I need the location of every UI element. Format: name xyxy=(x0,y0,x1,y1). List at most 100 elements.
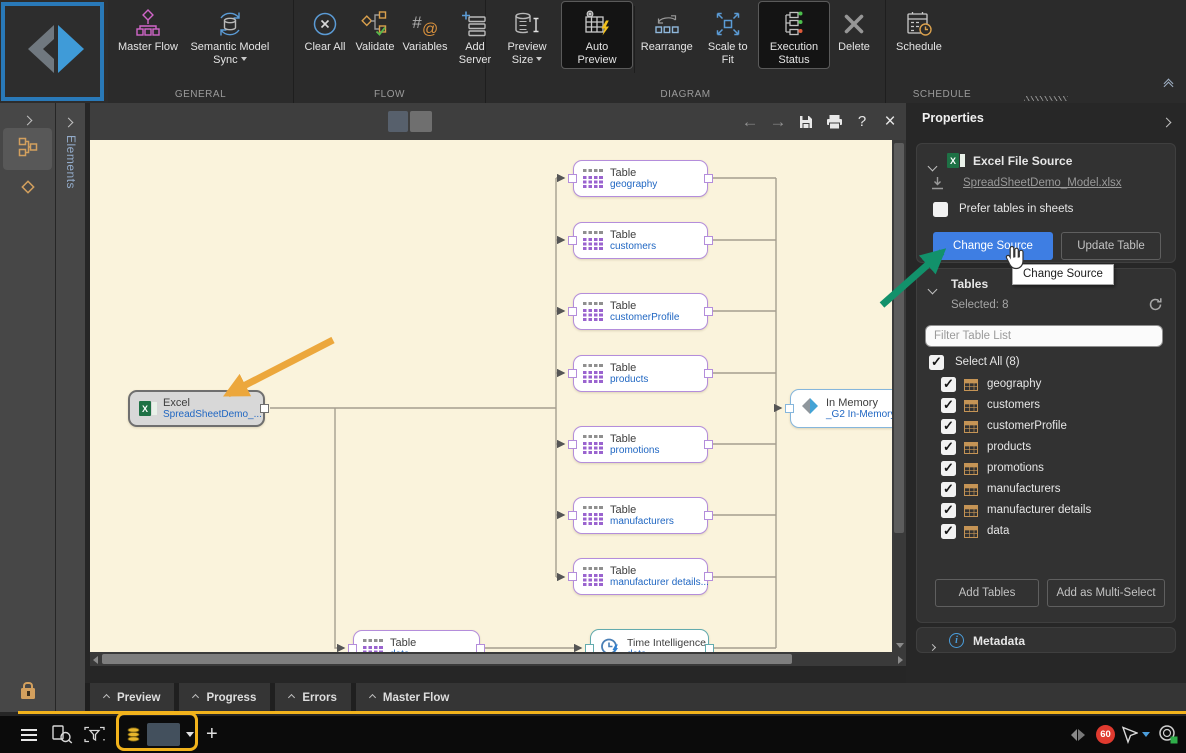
add-connection-button[interactable]: + xyxy=(206,716,218,753)
input-port[interactable] xyxy=(568,571,577,581)
master-flow-button[interactable]: Master Flow xyxy=(114,2,182,56)
canvas-vertical-scrollbar[interactable] xyxy=(892,140,906,652)
output-port[interactable] xyxy=(704,439,713,449)
table-item-label[interactable]: products xyxy=(987,441,1031,453)
node-excel-source[interactable]: X Excel SpreadSheetDemo_... xyxy=(128,390,269,427)
table-checkbox-promotions[interactable] xyxy=(941,460,956,476)
save-button[interactable] xyxy=(794,103,818,140)
notification-badge[interactable]: 60 xyxy=(1096,716,1115,753)
clear-all-button[interactable]: Clear All xyxy=(300,2,350,56)
change-source-button[interactable]: Change Source xyxy=(933,232,1053,260)
input-port[interactable] xyxy=(348,643,357,652)
pointer-options-caret[interactable] xyxy=(1142,716,1150,753)
scroll-right-arrow-icon[interactable] xyxy=(898,655,903,664)
expand-rail-button[interactable] xyxy=(0,111,55,129)
table-checkbox-geography[interactable] xyxy=(941,376,956,392)
input-port[interactable] xyxy=(568,235,577,245)
model-tool-button[interactable] xyxy=(0,177,55,202)
flow-elements-tool-selected[interactable] xyxy=(3,128,52,170)
tab-preview[interactable]: Preview xyxy=(90,683,175,712)
output-port[interactable] xyxy=(704,235,713,245)
rearrange-button[interactable]: Rearrange xyxy=(637,2,697,56)
add-tables-button[interactable]: Add Tables xyxy=(935,579,1039,607)
lock-icon[interactable] xyxy=(21,682,35,699)
collapse-section-button[interactable] xyxy=(927,157,938,175)
schedule-button[interactable]: Schedule xyxy=(892,2,946,56)
node-table-data[interactable]: Tabledata xyxy=(348,630,485,652)
filter-table-input[interactable] xyxy=(925,325,1163,347)
node-table-promotions[interactable]: Table promotions xyxy=(568,426,713,463)
input-port[interactable] xyxy=(568,173,577,183)
table-item-label[interactable]: promotions xyxy=(987,462,1044,474)
collapse-properties-button[interactable] xyxy=(1161,113,1172,131)
output-port[interactable] xyxy=(260,403,269,413)
table-item-label[interactable]: manufacturers xyxy=(987,483,1061,495)
tab-master-flow[interactable]: Master Flow xyxy=(355,683,1186,712)
table-item-label[interactable]: customerProfile xyxy=(987,420,1067,432)
scrollbar-thumb[interactable] xyxy=(102,654,792,664)
output-port[interactable] xyxy=(704,510,713,520)
table-item-label[interactable]: manufacturer details xyxy=(987,504,1091,516)
table-checkbox-manufacturer-details[interactable] xyxy=(941,502,956,518)
node-table-customerprofile[interactable]: Table customerProfile xyxy=(568,293,713,330)
output-port[interactable] xyxy=(704,173,713,183)
input-port[interactable] xyxy=(585,643,594,652)
node-time-intelligence[interactable]: Time Intelligence...data xyxy=(585,629,715,652)
panel-resize-handle[interactable] xyxy=(1024,96,1068,101)
undo-button[interactable]: ← xyxy=(738,103,762,140)
prefer-tables-checkbox[interactable] xyxy=(933,202,948,217)
input-port[interactable] xyxy=(568,439,577,449)
tab-progress[interactable]: Progress xyxy=(179,683,271,712)
print-button[interactable] xyxy=(822,103,846,140)
collapse-tables-button[interactable] xyxy=(927,280,938,298)
scale-to-fit-button[interactable]: Scale to Fit xyxy=(696,2,759,68)
node-table-customers[interactable]: Table customers xyxy=(568,222,713,259)
close-flow-button[interactable]: × xyxy=(878,103,902,140)
node-in-memory[interactable]: In Memory _G2 In-Memory xyxy=(785,389,892,428)
table-checkbox-data[interactable] xyxy=(941,523,956,539)
node-table-geography[interactable]: Table geography xyxy=(568,160,713,197)
canvas-horizontal-scrollbar[interactable] xyxy=(90,652,906,666)
update-table-button[interactable]: Update Table xyxy=(1061,232,1161,260)
collapse-ribbon-button[interactable] xyxy=(1163,78,1174,92)
scroll-left-arrow-icon[interactable] xyxy=(93,655,98,664)
node-table-products[interactable]: Table products xyxy=(568,355,713,392)
expand-elements-button[interactable] xyxy=(63,113,74,131)
variables-button[interactable]: # @ Variables xyxy=(400,2,450,56)
table-item-label[interactable]: geography xyxy=(987,378,1041,390)
auto-preview-button[interactable]: Auto Preview xyxy=(561,1,633,69)
add-as-multi-select-button[interactable]: Add as Multi-Select xyxy=(1047,579,1165,607)
diagram-canvas[interactable]: X Excel SpreadSheetDemo_... Table geograp… xyxy=(90,140,892,652)
input-port[interactable] xyxy=(568,510,577,520)
filter-view-button[interactable] xyxy=(84,716,105,753)
redo-button[interactable]: → xyxy=(766,103,790,140)
table-checkbox-products[interactable] xyxy=(941,439,956,455)
output-port[interactable] xyxy=(476,643,485,652)
output-port[interactable] xyxy=(704,368,713,378)
scroll-down-arrow-icon[interactable] xyxy=(895,643,904,648)
record-status-button[interactable] xyxy=(1158,716,1179,753)
execution-status-button[interactable]: Execution Status xyxy=(758,1,830,69)
metadata-section[interactable]: i Metadata xyxy=(916,627,1176,653)
pointer-tool-button[interactable] xyxy=(1120,716,1138,753)
input-port[interactable] xyxy=(568,368,577,378)
output-port[interactable] xyxy=(704,571,713,581)
table-checkbox-manufacturers[interactable] xyxy=(941,481,956,497)
input-port[interactable] xyxy=(785,403,794,413)
output-port[interactable] xyxy=(704,306,713,316)
table-item-label[interactable]: data xyxy=(987,525,1009,537)
table-checkbox-customerprofile[interactable] xyxy=(941,418,956,434)
table-item-label[interactable]: customers xyxy=(987,399,1040,411)
validate-button[interactable]: Validate xyxy=(350,2,400,56)
node-table-manufacturer-details[interactable]: Table manufacturer details... xyxy=(568,558,713,595)
table-checkbox-customers[interactable] xyxy=(941,397,956,413)
help-button[interactable]: ? xyxy=(850,103,874,140)
delete-button[interactable]: Delete xyxy=(829,2,879,56)
scrollbar-thumb[interactable] xyxy=(894,143,904,533)
refresh-tables-button[interactable] xyxy=(1148,297,1163,317)
select-all-checkbox[interactable] xyxy=(929,354,944,370)
node-table-manufacturers[interactable]: Table manufacturers xyxy=(568,497,713,534)
source-file-link[interactable]: SpreadSheetDemo_Model.xlsx xyxy=(963,177,1122,189)
tab-errors[interactable]: Errors xyxy=(275,683,351,712)
document-search-button[interactable] xyxy=(52,716,73,753)
